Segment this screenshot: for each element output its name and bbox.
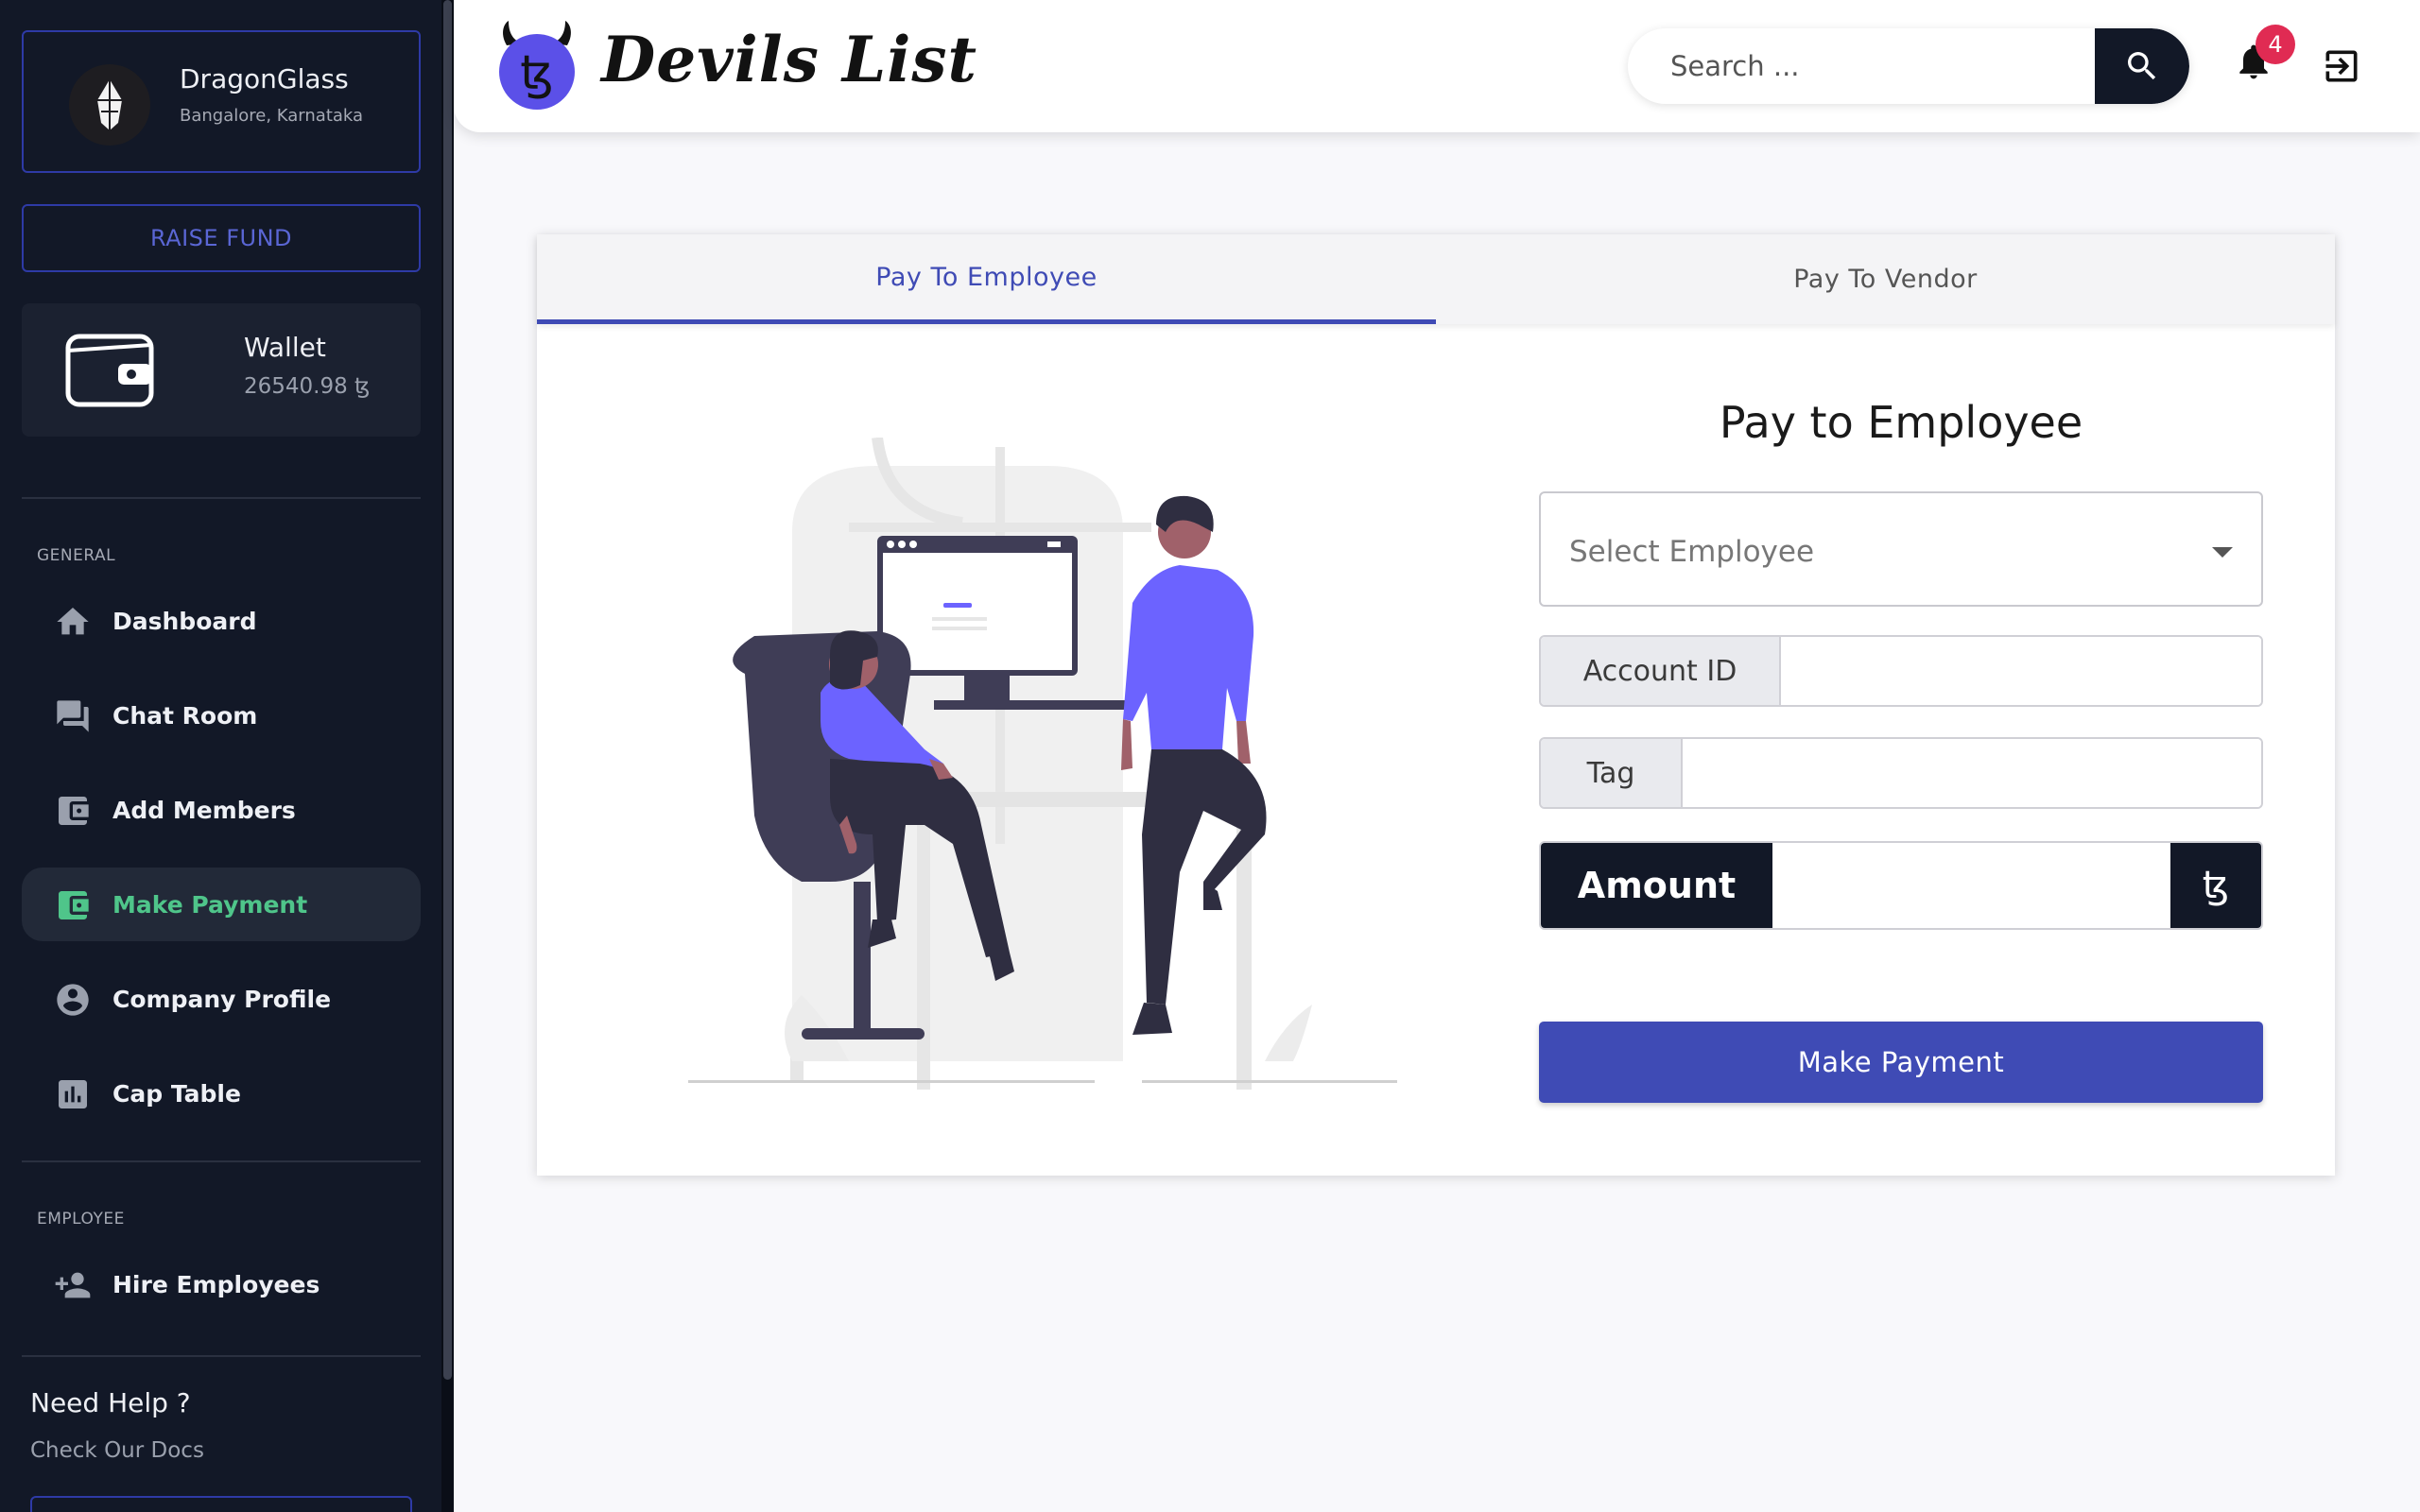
sidebar-item-company-profile[interactable]: Company Profile: [22, 962, 421, 1036]
brand-name: Devils List: [601, 23, 977, 96]
select-placeholder: Select Employee: [1569, 535, 1815, 569]
tab-pay-to-vendor[interactable]: Pay To Vendor: [1436, 234, 2335, 324]
office-illustration: [688, 437, 1407, 1093]
sidebar-item-label: Company Profile: [112, 985, 332, 1013]
wallet-icon: [65, 334, 154, 411]
sidebar-item-label: Cap Table: [112, 1079, 241, 1108]
divider: [22, 1160, 421, 1162]
amount-input[interactable]: [1772, 843, 2170, 928]
divider: [22, 497, 421, 499]
sidebar-item-label: Dashboard: [112, 607, 257, 635]
scrollbar-thumb[interactable]: [443, 0, 452, 1380]
sidebar-item-add-members[interactable]: Add Members: [22, 773, 421, 847]
sidebar-item-label: Hire Employees: [112, 1270, 320, 1298]
sidebar-scrollbar[interactable]: [441, 0, 454, 1512]
amount-group: Amount ꜩ: [1539, 841, 2263, 930]
section-label-employee: EMPLOYEE: [37, 1210, 125, 1228]
help-title: Need Help ?: [30, 1387, 191, 1418]
docs-link[interactable]: Check Our Docs: [30, 1438, 204, 1463]
section-label-general: GENERAL: [37, 546, 116, 565]
make-payment-button[interactable]: Make Payment: [1539, 1022, 2263, 1103]
person-add-icon: [55, 1272, 91, 1298]
wallet-card: Wallet 26540.98 ꜩ: [22, 303, 421, 437]
wallet-card-icon: [59, 797, 89, 825]
caret-down-icon: [2212, 547, 2233, 558]
form-title: Pay to Employee: [1719, 397, 2083, 448]
tag-label: Tag: [1541, 739, 1683, 807]
sidebar-item-label: Chat Room: [112, 701, 258, 730]
search-bar: [1628, 28, 2189, 104]
docs-button[interactable]: [30, 1496, 412, 1512]
search-input[interactable]: [1628, 28, 2095, 104]
logo-glyph: ꜩ: [520, 45, 553, 100]
company-card[interactable]: DragonGlass Bangalore, Karnataka: [22, 30, 421, 173]
payment-tabs: Pay To Employee Pay To Vendor: [537, 234, 2335, 324]
wallet-title: Wallet: [244, 332, 326, 363]
devil-tezos-logo: ꜩ: [493, 19, 580, 117]
account-circle-icon: [57, 984, 89, 1016]
logout-icon: [2325, 50, 2358, 82]
payment-card: Pay To Employee Pay To Vendor Pay to Emp…: [537, 234, 2335, 1176]
divider: [22, 1355, 421, 1357]
tezos-currency-icon: ꜩ: [2170, 843, 2261, 928]
sidebar-item-label: Add Members: [112, 796, 296, 824]
tag-input[interactable]: [1683, 739, 2261, 807]
sidebar-item-cap-table[interactable]: Cap Table: [22, 1057, 421, 1130]
company-location: Bangalore, Karnataka: [180, 106, 364, 126]
account-id-label: Account ID: [1541, 637, 1781, 705]
search-button[interactable]: [2095, 28, 2189, 104]
raise-fund-button[interactable]: RAISE FUND: [22, 204, 421, 272]
sidebar-item-hire-employees[interactable]: Hire Employees: [22, 1247, 421, 1321]
amount-label: Amount: [1541, 843, 1772, 928]
sidebar-item-make-payment[interactable]: Make Payment: [22, 868, 421, 941]
sidebar: DragonGlass Bangalore, Karnataka RAISE F…: [0, 0, 454, 1512]
sidebar-item-label: Make Payment: [112, 890, 308, 919]
tag-group: Tag: [1539, 737, 2263, 809]
company-logo: [69, 64, 150, 146]
logout-button[interactable]: [2321, 45, 2362, 91]
company-name: DragonGlass: [180, 63, 349, 94]
wallet-card-icon: [59, 891, 89, 919]
wallet-balance: 26540.98 ꜩ: [244, 374, 371, 399]
chat-icon: [57, 700, 89, 732]
top-header: ꜩ Devils List 4: [454, 0, 2420, 132]
search-icon: [2128, 52, 2156, 80]
account-id-input[interactable]: [1781, 637, 2261, 705]
bar-chart-icon: [59, 1080, 87, 1108]
sidebar-item-chat-room[interactable]: Chat Room: [22, 679, 421, 752]
account-id-group: Account ID: [1539, 635, 2263, 707]
notification-badge: 4: [2256, 25, 2295, 64]
home-icon: [57, 608, 89, 635]
tab-pay-to-employee[interactable]: Pay To Employee: [537, 234, 1436, 324]
employee-select[interactable]: Select Employee: [1539, 491, 2263, 607]
sidebar-item-dashboard[interactable]: Dashboard: [22, 584, 421, 658]
